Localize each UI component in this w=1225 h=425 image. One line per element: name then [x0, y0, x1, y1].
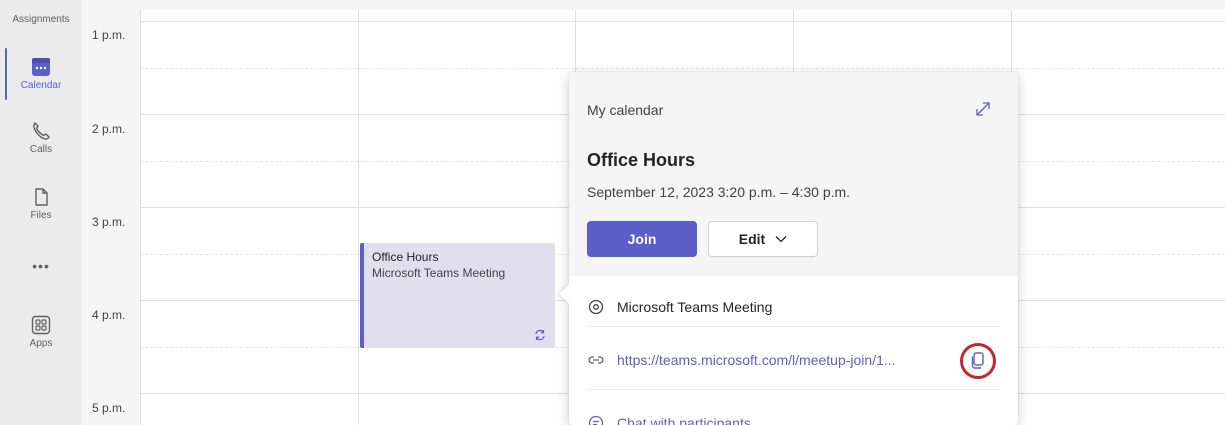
more-icon: ••• [32, 258, 50, 274]
rail-item-label: Apps [29, 338, 53, 349]
rail-item-label: Calls [29, 144, 53, 155]
edit-button-label: Edit [738, 231, 766, 247]
calendar-name: My calendar [587, 102, 664, 118]
event-title: Office Hours [372, 250, 439, 264]
time-label: 4 p.m. [92, 308, 126, 322]
calendar-event[interactable]: Office Hours Microsoft Teams Meeting [360, 243, 555, 348]
event-details-popover: My calendar Office Hours September 12, 2… [559, 72, 1018, 425]
time-label: 1 p.m. [92, 28, 126, 42]
meeting-link-row: https://teams.microsoft.com/l/meetup-joi… [587, 330, 1000, 390]
meeting-link[interactable]: https://teams.microsoft.com/l/meetup-joi… [617, 352, 896, 368]
calendar-icon [32, 58, 50, 76]
chat-icon [588, 415, 604, 425]
day-column-divider [358, 10, 359, 425]
file-icon [35, 188, 48, 206]
join-button[interactable]: Join [587, 221, 697, 257]
day-column-divider [140, 10, 141, 425]
hour-line [140, 21, 1225, 22]
edit-button[interactable]: Edit [708, 221, 818, 257]
rail-item-apps[interactable]: Apps [0, 314, 82, 349]
chat-with-participants-link[interactable]: Chat with participants [617, 415, 751, 425]
location-text: Microsoft Teams Meeting [617, 298, 773, 315]
copy-icon [971, 352, 984, 369]
popover-title: Office Hours [587, 150, 696, 170]
location-row: Microsoft Teams Meeting [587, 287, 1000, 327]
apps-icon [31, 315, 51, 335]
copy-link-button[interactable] [960, 343, 996, 379]
time-label: 5 p.m. [92, 401, 126, 415]
event-datetime: September 12, 2023 3:20 p.m. – 4:30 p.m. [587, 184, 851, 200]
chat-row[interactable]: Chat with participants [587, 403, 1000, 425]
rail-item-label: Assignments [12, 14, 70, 25]
phone-icon [33, 122, 50, 140]
rail-item-more[interactable]: ••• [0, 258, 82, 274]
time-label: 2 p.m. [92, 122, 126, 136]
expand-icon[interactable] [974, 100, 992, 118]
half-hour-line [140, 68, 1225, 69]
rail-item-label: Files [30, 210, 52, 221]
app-rail: Assignments Calendar Calls Files ••• App… [0, 0, 82, 425]
rail-item-calendar[interactable]: Calendar [0, 56, 82, 91]
link-icon [588, 355, 604, 364]
rail-item-assignments[interactable]: Assignments [0, 0, 82, 25]
rail-item-files[interactable]: Files [0, 186, 82, 221]
location-icon [588, 299, 604, 314]
repeat-icon [535, 329, 545, 341]
time-column: 1 p.m. 2 p.m. 3 p.m. 4 p.m. 5 p.m. [82, 10, 140, 425]
rail-item-calls[interactable]: Calls [0, 120, 82, 155]
event-subtitle: Microsoft Teams Meeting [372, 266, 506, 280]
time-label: 3 p.m. [92, 215, 126, 229]
rail-item-label: Calendar [20, 80, 62, 91]
chevron-down-icon [775, 236, 787, 243]
